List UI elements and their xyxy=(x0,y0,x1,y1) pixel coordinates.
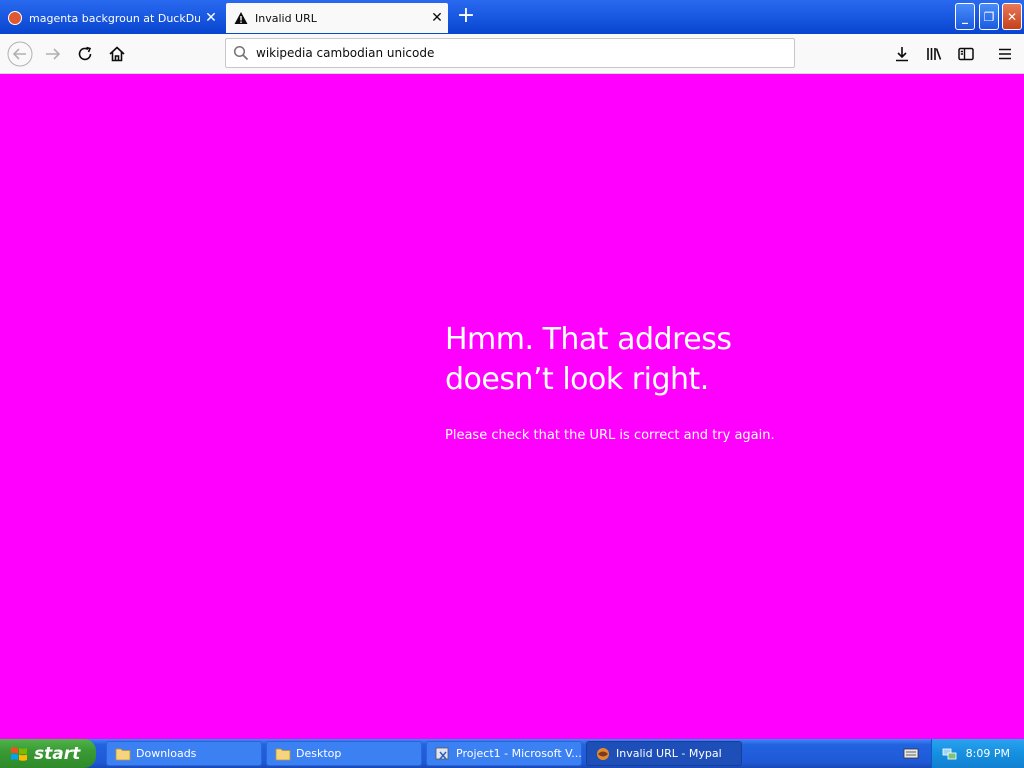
search-icon xyxy=(226,45,256,61)
navigation-toolbar xyxy=(0,34,1024,74)
url-input[interactable] xyxy=(256,46,794,60)
error-description: Please check that the URL is correct and… xyxy=(445,428,775,443)
network-icon[interactable] xyxy=(942,747,958,761)
back-arrow-icon xyxy=(7,41,33,67)
keyboard-icon[interactable] xyxy=(903,746,919,760)
library-icon xyxy=(927,48,942,60)
sidebar-icon xyxy=(958,47,974,61)
back-button[interactable] xyxy=(6,40,34,68)
url-bar[interactable] xyxy=(225,38,795,68)
mypal-icon xyxy=(597,747,609,760)
start-label: start xyxy=(34,743,81,764)
tab-title: magenta backgroun at DuckDuckG xyxy=(29,11,200,25)
taskbar: start Downloads Desktop Project1 - Micro… xyxy=(0,739,1024,768)
warning-icon xyxy=(234,12,248,24)
windows-logo-icon xyxy=(11,746,27,761)
tab-strip: magenta backgroun at DuckDuckG ✕ Invalid… xyxy=(0,0,1024,34)
clock[interactable]: 8:09 PM xyxy=(966,747,1010,760)
taskbar-button-label: Invalid URL - Mypal xyxy=(616,747,722,760)
taskbar-button-mypal[interactable]: Invalid URL - Mypal xyxy=(586,741,742,766)
taskbar-button-label: Project1 - Microsoft V... xyxy=(456,747,582,760)
forward-button[interactable] xyxy=(39,40,67,68)
home-icon xyxy=(109,46,125,62)
error-title-line2: doesn’t look right. xyxy=(445,362,709,397)
tab-close-icon[interactable]: ✕ xyxy=(200,10,222,26)
maximize-button[interactable]: ❐ xyxy=(979,3,999,30)
visual-basic-icon xyxy=(435,747,449,759)
tab-close-icon[interactable]: ✕ xyxy=(426,10,448,26)
home-button[interactable] xyxy=(103,40,131,68)
folder-icon xyxy=(115,748,131,760)
tab-title: Invalid URL xyxy=(255,11,317,25)
start-button[interactable]: start xyxy=(0,739,96,768)
error-title: Hmm. That address doesn’t look right. xyxy=(445,320,845,400)
minimize-button[interactable]: _ xyxy=(955,3,975,30)
reload-icon xyxy=(78,46,92,61)
taskbar-button-downloads[interactable]: Downloads xyxy=(106,741,262,766)
library-button[interactable] xyxy=(920,40,948,68)
tab-duckduckgo[interactable]: magenta backgroun at DuckDuckG ✕ xyxy=(0,3,222,33)
duckduckgo-icon xyxy=(8,11,22,25)
system-tray: 8:09 PM xyxy=(931,739,1024,768)
taskbar-button-label: Downloads xyxy=(136,747,197,760)
tab-invalid-url[interactable]: Invalid URL ✕ xyxy=(226,3,448,33)
close-window-button[interactable]: ✕ xyxy=(1002,3,1022,30)
menu-button[interactable] xyxy=(991,40,1019,68)
download-icon xyxy=(896,47,908,62)
new-tab-button[interactable]: + xyxy=(454,4,478,28)
sidebar-button[interactable] xyxy=(952,40,980,68)
reload-button[interactable] xyxy=(71,40,99,68)
error-title-line1: Hmm. That address xyxy=(445,322,732,357)
taskbar-button-desktop[interactable]: Desktop xyxy=(266,741,422,766)
page-content: Hmm. That address doesn’t look right. Pl… xyxy=(0,74,1024,739)
hamburger-menu-icon xyxy=(999,48,1011,60)
taskbar-button-label: Desktop xyxy=(296,747,342,760)
folder-icon xyxy=(275,748,291,760)
taskbar-button-project1[interactable]: Project1 - Microsoft V... xyxy=(426,741,582,766)
downloads-button[interactable] xyxy=(888,40,916,68)
forward-arrow-icon xyxy=(46,48,61,60)
